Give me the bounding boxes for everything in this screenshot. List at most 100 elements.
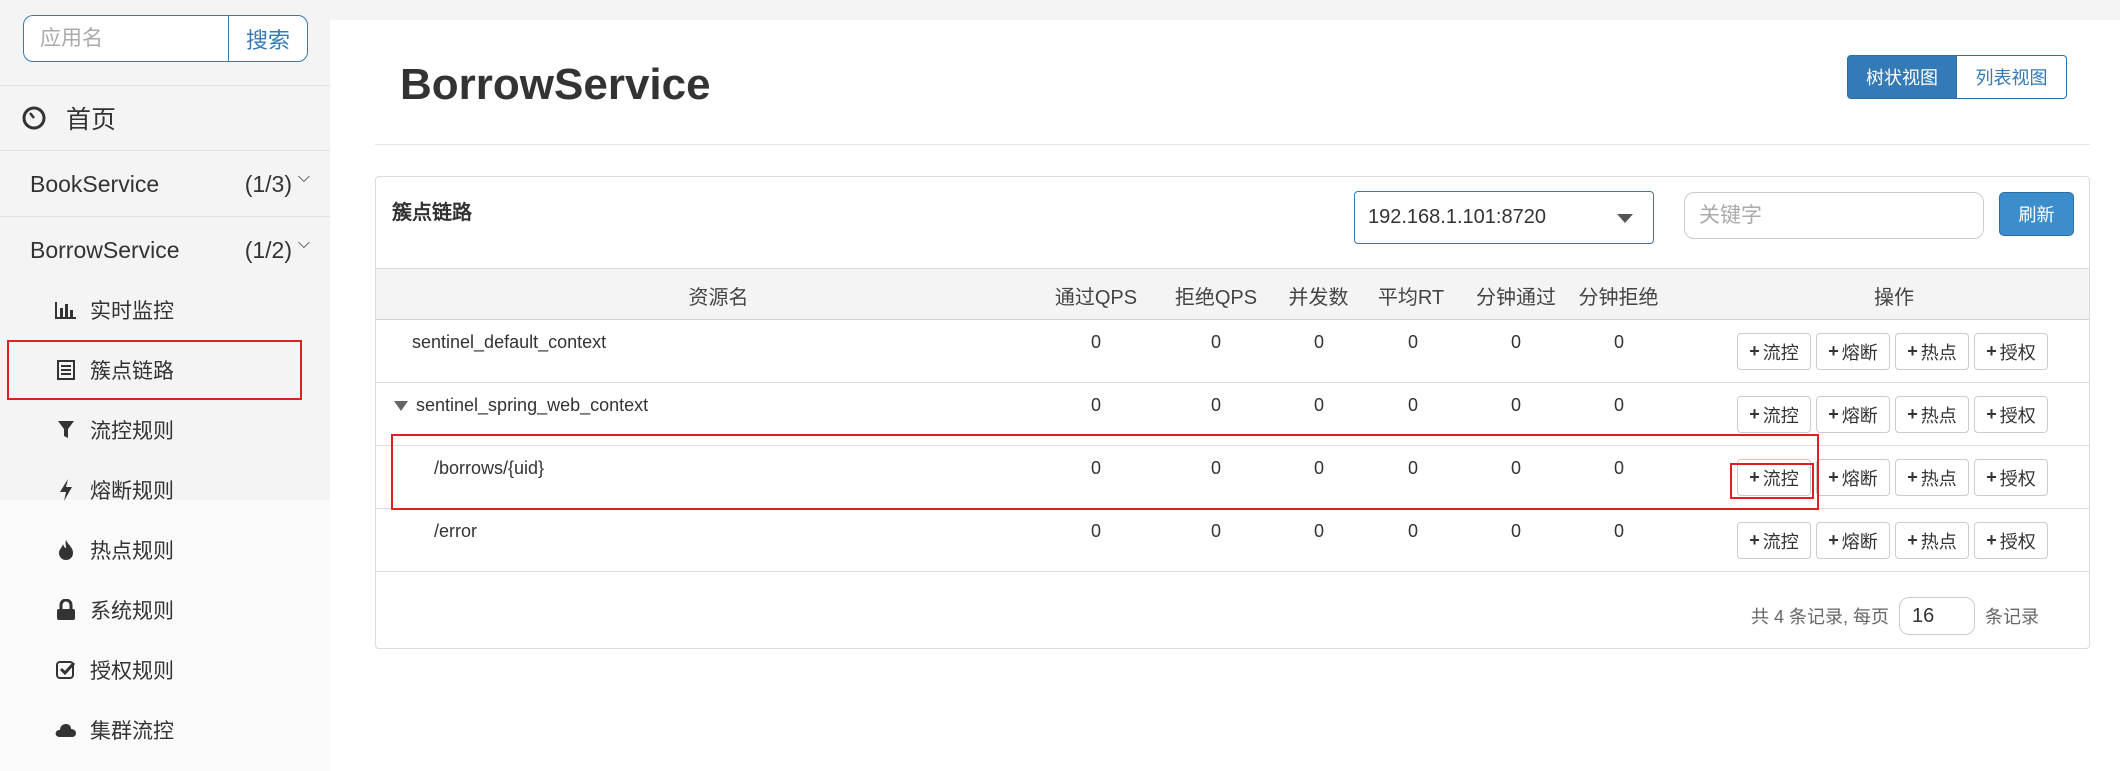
app-search-button[interactable]: 搜索 <box>228 15 308 62</box>
add-authority-rule-button[interactable]: + 授权 <box>1974 333 2048 370</box>
block-qps: 0 <box>1210 521 1221 541</box>
plus-icon: + <box>1749 530 1760 550</box>
column-header: 操作 <box>1874 286 1914 309</box>
op-label: 熔断 <box>1841 531 1878 552</box>
add-degrade-rule-button[interactable]: + 熔断 <box>1816 459 1890 496</box>
add-flow-rule-button[interactable]: + 流控 <box>1737 333 1811 370</box>
add-authority-rule-button[interactable]: + 授权 <box>1974 459 2048 496</box>
pager-suffix: 条记录 <box>1985 607 2040 627</box>
nav-home[interactable]: 首页 <box>22 100 116 136</box>
minute-block: 0 <box>1613 332 1624 352</box>
machine-select[interactable]: 192.168.1.101:8720 <box>1354 191 1654 244</box>
resource-name: sentinel_spring_web_context <box>416 395 649 415</box>
add-degrade-rule-button[interactable]: + 熔断 <box>1816 333 1890 370</box>
add-degrade-rule-button[interactable]: + 熔断 <box>1816 396 1890 433</box>
caret-down-icon[interactable] <box>394 401 408 412</box>
divider <box>0 85 330 86</box>
add-authority-rule-button[interactable]: + 授权 <box>1974 396 2048 433</box>
menu-authority-rules[interactable]: 授权规则 <box>54 650 174 690</box>
plus-icon: + <box>1749 341 1760 361</box>
plus-icon: + <box>1828 341 1839 361</box>
menu-label: 集群流控 <box>90 720 174 743</box>
minute-block: 0 <box>1613 521 1624 541</box>
minute-pass: 0 <box>1510 521 1521 541</box>
app-search-input[interactable] <box>23 15 228 62</box>
menu-system-rules[interactable]: 系统规则 <box>54 590 174 630</box>
bar-chart-icon <box>54 298 78 322</box>
nav-home-label: 首页 <box>66 106 117 134</box>
check-square-icon <box>54 658 78 682</box>
resource-name-node[interactable]: sentinel_spring_web_context <box>394 395 648 416</box>
concurrency: 0 <box>1313 521 1324 541</box>
op-label: 熔断 <box>1841 405 1878 426</box>
app-bookservice[interactable]: BookService (1/3) ⌵ <box>30 164 310 204</box>
table-row: sentinel_default_context 0 0 0 0 0 0 + 流控… <box>376 320 2089 383</box>
highlight-box <box>7 340 302 400</box>
column-header: 并发数 <box>1288 286 1349 309</box>
refresh-button[interactable]: 刷新 <box>1999 192 2074 236</box>
page-size-input[interactable] <box>1899 597 1976 635</box>
add-flow-rule-button[interactable]: + 流控 <box>1737 396 1811 433</box>
add-degrade-rule-button[interactable]: + 熔断 <box>1816 522 1890 559</box>
main-content: BorrowService 树状视图 列表视图 簇点链路 192.168.1.1… <box>330 20 2120 771</box>
add-authority-rule-button[interactable]: + 授权 <box>1974 522 2048 559</box>
tree-view-button[interactable]: 树状视图 <box>1847 55 1957 99</box>
app-search: 搜索 <box>23 15 308 62</box>
list-view-button[interactable]: 列表视图 <box>1957 55 2067 99</box>
menu-label: 授权规则 <box>90 660 174 683</box>
add-hotspot-rule-button[interactable]: + 热点 <box>1895 522 1969 559</box>
menu-hotspot-rules[interactable]: 热点规则 <box>54 530 174 570</box>
concurrency: 0 <box>1313 332 1324 352</box>
plus-icon: + <box>1828 530 1839 550</box>
avg-rt: 0 <box>1407 521 1418 541</box>
highlight-box <box>391 434 1819 510</box>
dashboard-icon <box>22 106 46 130</box>
row-actions: + 流控 + 熔断 + 热点 + 授权 <box>1737 396 2048 433</box>
pager-prefix: 共 4 条记录, 每页 <box>1751 607 1890 627</box>
filter-icon <box>54 418 78 442</box>
op-label: 流控 <box>1762 342 1799 363</box>
app-borrowservice[interactable]: BorrowService (1/2) ⌵ <box>30 230 310 270</box>
chevron-down-icon: ⌵ <box>297 235 310 252</box>
avg-rt: 0 <box>1407 332 1418 352</box>
op-label: 流控 <box>1762 531 1799 552</box>
op-label: 熔断 <box>1841 468 1878 489</box>
column-header: 平均RT <box>1377 286 1445 309</box>
block-qps: 0 <box>1210 395 1221 415</box>
pass-qps: 0 <box>1090 332 1101 352</box>
bolt-icon <box>54 478 78 502</box>
divider <box>0 150 330 151</box>
plus-icon: + <box>1828 404 1839 424</box>
menu-label: 实时监控 <box>90 300 174 323</box>
keyword-input[interactable] <box>1684 192 1984 239</box>
add-hotspot-rule-button[interactable]: + 热点 <box>1895 333 1969 370</box>
pass-qps: 0 <box>1090 521 1101 541</box>
minute-block: 0 <box>1613 395 1624 415</box>
machine-select-value: 192.168.1.101:8720 <box>1368 206 1546 228</box>
add-flow-rule-button[interactable]: + 流控 <box>1737 522 1811 559</box>
panel-title: 簇点链路 <box>392 202 472 224</box>
add-hotspot-rule-button[interactable]: + 热点 <box>1895 459 1969 496</box>
row-actions: + 流控 + 熔断 + 热点 + 授权 <box>1737 522 2048 559</box>
plus-icon: + <box>1986 404 1997 424</box>
plus-icon: + <box>1986 530 1997 550</box>
op-label: 热点 <box>1920 342 1957 363</box>
minute-pass: 0 <box>1510 395 1521 415</box>
plus-icon: + <box>1907 404 1918 424</box>
cloud-icon <box>54 718 78 742</box>
menu-cluster-flow[interactable]: 集群流控 <box>54 710 174 750</box>
op-label: 热点 <box>1920 531 1957 552</box>
caret-down-icon <box>1617 214 1633 223</box>
menu-realtime-monitor[interactable]: 实时监控 <box>54 290 174 330</box>
op-label: 授权 <box>1999 531 2036 552</box>
table-header: 资源名 通过QPS 拒绝QPS 并发数 平均RT 分钟通过 分钟拒绝 操作 <box>376 268 2089 320</box>
app-count: (1/3) <box>244 170 292 197</box>
view-toggle: 树状视图 列表视图 <box>1847 55 2067 99</box>
resource-name: /error <box>434 521 478 541</box>
menu-flow-rules[interactable]: 流控规则 <box>54 410 174 450</box>
avg-rt: 0 <box>1407 395 1418 415</box>
plus-icon: + <box>1907 341 1918 361</box>
highlight-box <box>1730 463 1814 499</box>
menu-degrade-rules[interactable]: 熔断规则 <box>54 470 174 510</box>
add-hotspot-rule-button[interactable]: + 热点 <box>1895 396 1969 433</box>
